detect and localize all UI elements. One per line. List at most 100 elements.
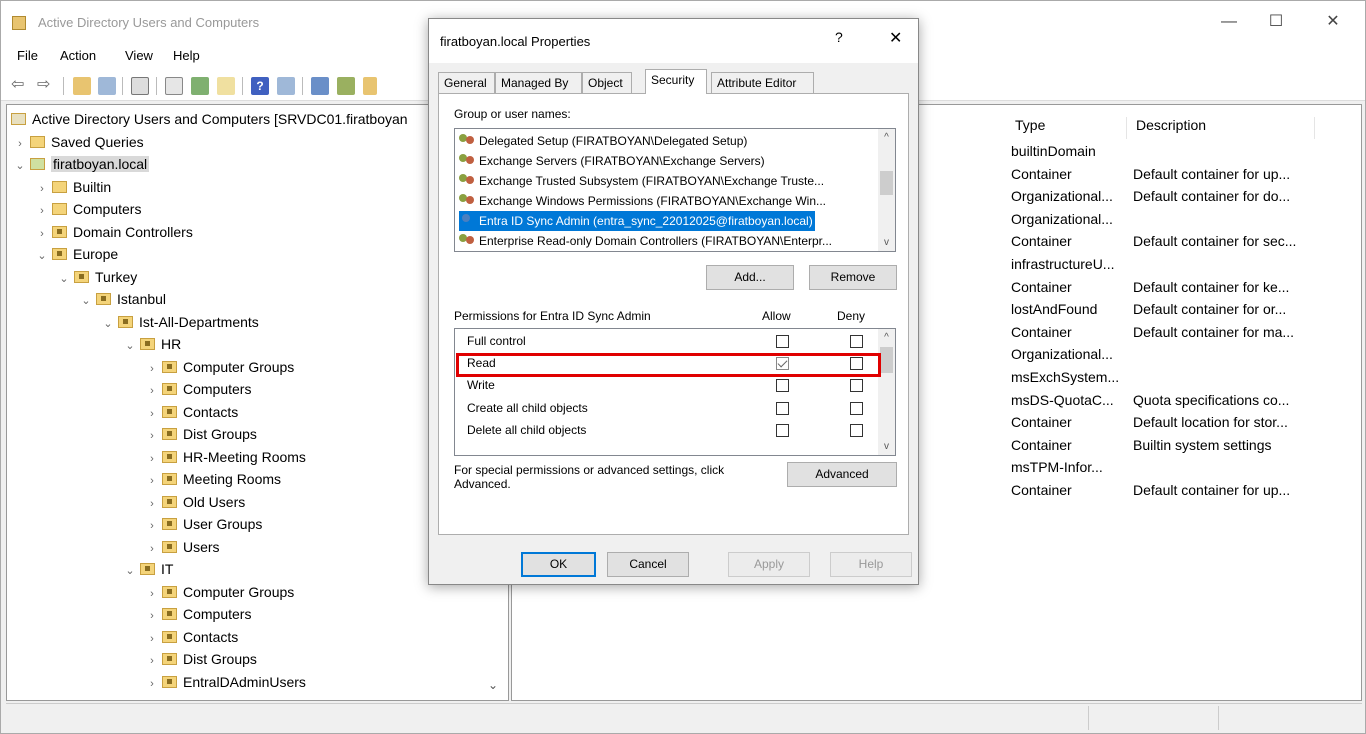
chevron-right-icon[interactable]: ›	[145, 380, 159, 402]
tree-item-domain-controllers[interactable]: › Domain Controllers	[35, 221, 193, 243]
chevron-right-icon[interactable]: ›	[145, 403, 159, 425]
list-cell-type[interactable]: lostAndFound	[1011, 301, 1097, 317]
tree-item-old-users[interactable]: › Old Users	[145, 491, 245, 513]
scroll-down-icon[interactable]: ⌄	[488, 678, 498, 692]
tree-item-users[interactable]: › Users	[145, 536, 219, 558]
chevron-right-icon[interactable]: ›	[145, 448, 159, 470]
help-icon[interactable]: ?	[251, 77, 269, 95]
chevron-right-icon[interactable]: ›	[145, 425, 159, 447]
chevron-down-icon[interactable]: ⌄	[123, 335, 137, 357]
tree-item-istanbul[interactable]: ⌄ Istanbul	[79, 288, 166, 310]
tab-managed-by[interactable]: Managed By	[495, 72, 582, 93]
list-cell-description[interactable]: Default container for ke...	[1133, 279, 1289, 295]
list-cell-description[interactable]: Builtin system settings	[1133, 437, 1272, 453]
list-cell-description[interactable]: Default location for stor...	[1133, 414, 1288, 430]
permissions-scrollbar[interactable]: ^ v	[878, 329, 895, 455]
tree-item-it[interactable]: ⌄ IT	[123, 558, 173, 580]
list-cell-type[interactable]: msDS-QuotaC...	[1011, 392, 1114, 408]
allow-checkbox[interactable]	[776, 424, 789, 437]
list-cell-type[interactable]: Container	[1011, 233, 1072, 249]
list-cell-description[interactable]: Default container for do...	[1133, 188, 1290, 204]
deny-checkbox[interactable]	[850, 335, 863, 348]
tree-item-it-computers[interactable]: › Computers	[145, 603, 251, 625]
cancel-button[interactable]: Cancel	[607, 552, 689, 577]
list-cell-description[interactable]: Default container for or...	[1133, 301, 1286, 317]
chevron-right-icon[interactable]: ›	[145, 673, 159, 695]
tab-general[interactable]: General	[438, 72, 495, 93]
list-cell-description[interactable]: Default container for up...	[1133, 482, 1290, 498]
list-cell-type[interactable]: Container	[1011, 166, 1072, 182]
ok-button[interactable]: OK	[521, 552, 596, 577]
dialog-help-button[interactable]: ?	[835, 29, 843, 45]
tree-item-it-computer-groups[interactable]: › Computer Groups	[145, 581, 294, 603]
list-item[interactable]: Exchange Servers (FIRATBOYAN\Exchange Se…	[459, 151, 765, 171]
tree-item-turkey[interactable]: ⌄ Turkey	[57, 266, 137, 288]
list-cell-type[interactable]: msExchSystem...	[1011, 369, 1119, 385]
dialog-close-button[interactable]: ✕	[889, 28, 902, 48]
maximize-button[interactable]: ☐	[1256, 9, 1296, 35]
clipboard-icon[interactable]	[131, 77, 149, 95]
new-ou-icon[interactable]	[363, 77, 377, 95]
chevron-right-icon[interactable]: ›	[145, 358, 159, 380]
chevron-right-icon[interactable]: ›	[35, 178, 49, 200]
scroll-up-icon[interactable]: ^	[878, 129, 895, 146]
scroll-thumb[interactable]	[880, 171, 893, 195]
refresh-icon[interactable]	[191, 77, 209, 95]
list-cell-type[interactable]: builtinDomain	[1011, 143, 1096, 159]
list-item[interactable]: Enterprise Read-only Domain Controllers …	[459, 231, 832, 251]
deny-checkbox[interactable]	[850, 424, 863, 437]
list-cell-type[interactable]: Container	[1011, 324, 1072, 340]
tree-item-entraidadminusers[interactable]: › EntralDAdminUsers	[145, 671, 306, 693]
tree-item-hr-computers[interactable]: › Computers	[145, 378, 251, 400]
allow-checkbox[interactable]	[776, 379, 789, 392]
tree-item-hr[interactable]: ⌄ HR	[123, 333, 181, 355]
tab-object[interactable]: Object	[582, 72, 632, 93]
properties-icon[interactable]	[165, 77, 183, 95]
list-cell-type[interactable]: infrastructureU...	[1011, 256, 1114, 272]
remove-button[interactable]: Remove	[809, 265, 897, 290]
minimize-button[interactable]: —	[1209, 9, 1249, 35]
tree-item-hr-contacts[interactable]: › Contacts	[145, 401, 238, 423]
allow-checkbox[interactable]	[776, 402, 789, 415]
chevron-down-icon[interactable]: ⌄	[35, 245, 49, 267]
chevron-right-icon[interactable]: ›	[35, 223, 49, 245]
list-cell-description[interactable]: Default container for up...	[1133, 166, 1290, 182]
tree-item-meeting-rooms[interactable]: › Meeting Rooms	[145, 468, 281, 490]
tree-item-hr-computer-groups[interactable]: › Computer Groups	[145, 356, 294, 378]
list-cell-type[interactable]: msTPM-Infor...	[1011, 459, 1103, 475]
scroll-down-icon[interactable]: v	[878, 234, 895, 251]
list-cell-type[interactable]: Organizational...	[1011, 346, 1113, 362]
list-item[interactable]: Exchange Windows Permissions (FIRATBOYAN…	[459, 191, 826, 211]
scroll-up-icon[interactable]: ^	[878, 329, 895, 346]
tree-item-it-contacts[interactable]: › Contacts	[145, 626, 238, 648]
tree-item-computers[interactable]: › Computers	[35, 198, 141, 220]
tree-item-saved-queries[interactable]: › Saved Queries	[13, 131, 143, 155]
menu-help[interactable]: Help	[173, 48, 200, 63]
advanced-button[interactable]: Advanced	[787, 462, 897, 487]
list-cell-type[interactable]: Container	[1011, 437, 1072, 453]
chevron-down-icon[interactable]: ⌄	[13, 155, 27, 177]
apply-button[interactable]: Apply	[728, 552, 810, 577]
list-item-selected[interactable]: Entra ID Sync Admin (entra_sync_22012025…	[458, 210, 816, 232]
help-button[interactable]: Help	[830, 552, 912, 577]
list-cell-type[interactable]: Organizational...	[1011, 211, 1113, 227]
chevron-right-icon[interactable]: ›	[145, 605, 159, 627]
new-group-icon[interactable]	[337, 77, 355, 95]
tree-item-user-groups[interactable]: › User Groups	[145, 513, 262, 535]
chevron-down-icon[interactable]: ⌄	[57, 268, 71, 290]
list-cell-type[interactable]: Container	[1011, 279, 1072, 295]
list-cell-description[interactable]: Default container for ma...	[1133, 324, 1294, 340]
chevron-right-icon[interactable]: ›	[13, 133, 27, 155]
list-item[interactable]: Exchange Trusted Subsystem (FIRATBOYAN\E…	[459, 171, 824, 191]
deny-checkbox[interactable]	[850, 402, 863, 415]
menu-file[interactable]: File	[17, 48, 38, 63]
up-folder-icon[interactable]	[73, 77, 91, 95]
tree-item-domain[interactable]: ⌄ firatboyan.local	[13, 153, 150, 177]
chevron-down-icon[interactable]: ⌄	[79, 290, 93, 312]
column-header-description[interactable]: Description	[1133, 117, 1315, 139]
allow-checkbox[interactable]	[776, 335, 789, 348]
list-cell-description[interactable]: Quota specifications co...	[1133, 392, 1289, 408]
list-cell-type[interactable]: Container	[1011, 482, 1072, 498]
tree-item-it-dist-groups[interactable]: › Dist Groups	[145, 648, 257, 670]
chevron-right-icon[interactable]: ›	[145, 583, 159, 605]
